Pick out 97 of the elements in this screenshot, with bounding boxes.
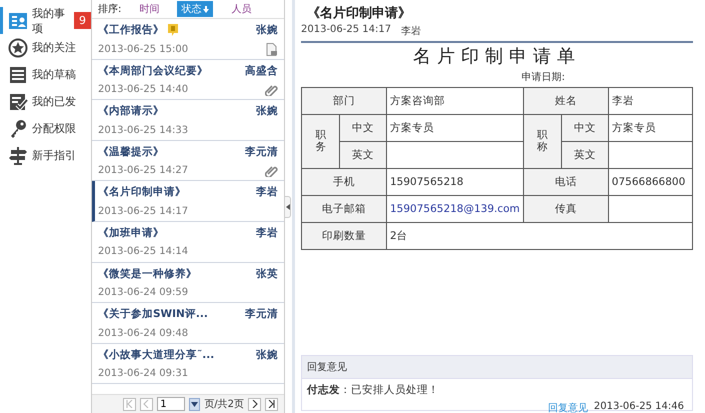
caret-icon bbox=[191, 402, 198, 406]
field-label: 手机 bbox=[333, 176, 355, 188]
field-label: 职务 bbox=[315, 130, 326, 154]
message-title: 《本周部门会议纪要》 bbox=[98, 64, 208, 78]
message-date: 2013-06-25 14:27 bbox=[98, 165, 188, 176]
tag-icon bbox=[168, 24, 178, 36]
sidebar-item[interactable]: 我的事项 9 bbox=[0, 7, 91, 34]
field-value: 方案专员 bbox=[390, 122, 434, 134]
field-value: 方案专员 bbox=[612, 122, 656, 134]
field-label: 电话 bbox=[554, 176, 577, 188]
author-name: 李元清 bbox=[245, 307, 278, 322]
key-icon bbox=[8, 118, 28, 138]
field-label: 姓名 bbox=[554, 95, 577, 107]
reply-date: 2013-06-25 14:46 bbox=[594, 401, 684, 413]
first-page-icon bbox=[126, 400, 134, 408]
document-date: 2013-06-25 14:17 bbox=[301, 24, 392, 37]
reply-header: 回复意见 bbox=[302, 356, 692, 379]
last-page-icon bbox=[268, 400, 275, 408]
author-name: 高盛含 bbox=[245, 64, 278, 78]
down-arrow-icon bbox=[203, 6, 210, 12]
field-label: 中文 bbox=[574, 122, 596, 134]
author-name: 张婉 bbox=[256, 23, 278, 37]
author-name: 李岩 bbox=[256, 185, 278, 200]
field-value: 07566866800 bbox=[612, 176, 686, 188]
author-name: 李元清 bbox=[245, 144, 278, 159]
sort-label: 排序: bbox=[98, 2, 122, 16]
message-item[interactable]: 《内部请示》 张婉 2013-06-25 14:33 bbox=[92, 100, 284, 141]
last-page-button[interactable] bbox=[265, 398, 278, 410]
next-page-button[interactable] bbox=[248, 398, 261, 410]
chevron-right-icon bbox=[251, 400, 258, 408]
message-item[interactable]: 《工作报告》 张婉 2013-06-25 15:00 bbox=[92, 19, 284, 60]
message-title: 《工作报告》 bbox=[98, 23, 164, 37]
page-count: 页/共2页 bbox=[204, 398, 244, 411]
sidebar-item[interactable]: 分配权限 bbox=[0, 115, 91, 142]
field-label: 职称 bbox=[537, 130, 548, 154]
field-value: 李岩 bbox=[612, 95, 634, 107]
checklist-icon bbox=[8, 92, 28, 112]
message-date: 2013-06-25 14:33 bbox=[98, 124, 188, 136]
field-label: 英文 bbox=[574, 149, 596, 161]
page-field[interactable]: 1 bbox=[157, 397, 186, 411]
field-label: 部门 bbox=[333, 95, 355, 107]
message-date: 2013-06-24 09:31 bbox=[98, 368, 188, 380]
document-author: 李岩 bbox=[401, 24, 422, 38]
contact-card-icon bbox=[8, 10, 28, 30]
author-name: 张英 bbox=[256, 266, 278, 281]
message-item[interactable]: 《本周部门会议纪要》 高盛含 2013-06-25 14:40 bbox=[92, 60, 284, 100]
message-item[interactable]: 《加班申请》 李岩 2013-06-25 14:14 bbox=[92, 222, 284, 263]
document-icon bbox=[266, 42, 278, 56]
message-date: 2013-06-25 14:17 bbox=[98, 206, 188, 217]
message-title: 《小故事大道理分享˜... bbox=[98, 348, 214, 362]
paperclip-icon bbox=[265, 164, 278, 178]
collapse-handle[interactable] bbox=[285, 196, 291, 218]
chevron-left-icon bbox=[143, 400, 150, 408]
date-label: 申请日期: bbox=[522, 70, 565, 84]
sort-option[interactable]: 时间 bbox=[135, 1, 164, 17]
sidebar-item[interactable]: 我的关注 bbox=[0, 34, 91, 61]
author-name: 张婉 bbox=[256, 104, 278, 118]
sort-option[interactable]: 人员 bbox=[227, 1, 256, 17]
message-title: 《微笑是一种修养》 bbox=[98, 266, 197, 281]
message-title: 《名片印制申请》 bbox=[98, 185, 186, 200]
message-date: 2013-06-24 09:59 bbox=[98, 287, 188, 298]
message-title: 《关于参加SWIN评... bbox=[98, 307, 208, 322]
field-label: 英文 bbox=[352, 149, 374, 161]
paperclip-icon bbox=[265, 83, 278, 96]
reply-text: 付志发：已安排人员处理！ bbox=[306, 383, 440, 398]
caret-icon bbox=[286, 204, 290, 210]
message-date: 2013-06-25 15:00 bbox=[98, 44, 188, 54]
sidebar-item[interactable]: 我的草稿 bbox=[0, 61, 91, 88]
field-label: 中文 bbox=[352, 122, 374, 134]
message-date: 2013-06-24 09:48 bbox=[98, 328, 188, 339]
document-title: 《名片印制申请》 bbox=[306, 5, 412, 22]
message-title: 《温馨提示》 bbox=[98, 144, 164, 159]
message-item[interactable]: 《关于参加SWIN评... 李元清 2013-06-24 09:48 bbox=[92, 303, 284, 344]
field-label: 电子邮箱 bbox=[322, 203, 366, 215]
message-title: 《加班申请》 bbox=[98, 226, 164, 240]
form-title: 名片印制申请单 bbox=[412, 45, 582, 68]
author-name: 李岩 bbox=[256, 226, 278, 240]
sort-option[interactable]: 状态 bbox=[177, 1, 214, 17]
reply-link[interactable]: 回复意见 bbox=[548, 401, 588, 413]
message-item[interactable]: 《温馨提示》 李元清 2013-06-25 14:27 bbox=[92, 140, 284, 182]
message-date: 2013-06-25 14:40 bbox=[98, 84, 188, 96]
field-value: 2台 bbox=[390, 230, 408, 242]
field-value: 方案咨询部 bbox=[390, 95, 445, 107]
count-badge: 9 bbox=[74, 12, 91, 29]
message-title: 《内部请示》 bbox=[98, 104, 164, 118]
author-name: 张婉 bbox=[256, 348, 278, 362]
sidebar-item[interactable]: 新手指引 bbox=[0, 142, 91, 169]
page-dropdown[interactable] bbox=[189, 398, 200, 410]
message-item[interactable]: 《小故事大道理分享˜... 张婉 2013-06-24 09:31 bbox=[92, 344, 284, 384]
field-label: 印刷数量 bbox=[322, 230, 366, 242]
message-item[interactable]: 《微笑是一种修养》 张英 2013-06-24 09:59 bbox=[92, 262, 284, 304]
field-value: 15907565218 bbox=[390, 176, 464, 188]
message-date: 2013-06-25 14:14 bbox=[98, 246, 188, 258]
field-label: 传真 bbox=[554, 203, 577, 215]
list-icon bbox=[8, 64, 28, 84]
signpost-icon bbox=[8, 146, 28, 166]
sidebar-item[interactable]: 我的已发 bbox=[0, 88, 91, 115]
